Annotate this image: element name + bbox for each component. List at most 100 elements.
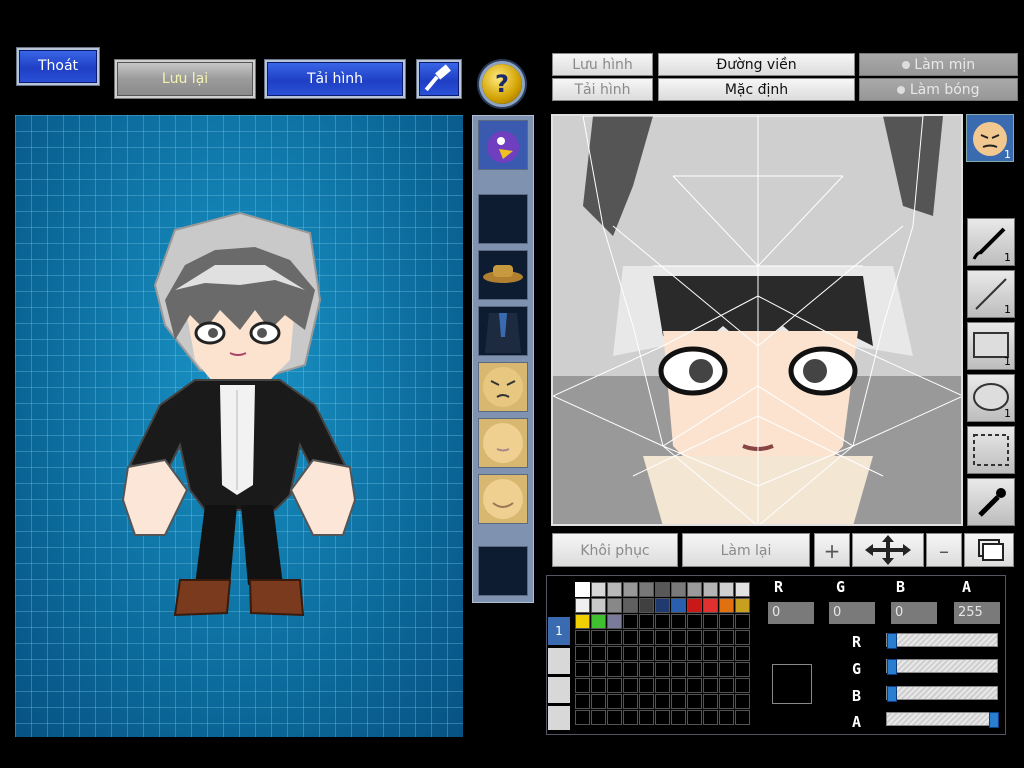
palette-swatch[interactable] bbox=[623, 646, 638, 661]
palette-swatch[interactable] bbox=[719, 582, 734, 597]
exit-button[interactable]: Thoát bbox=[17, 48, 99, 85]
palette-swatch[interactable] bbox=[591, 614, 606, 629]
palette-swatch[interactable] bbox=[575, 678, 590, 693]
palette-swatch[interactable] bbox=[655, 630, 670, 645]
shine-button[interactable]: Làm bóng bbox=[859, 78, 1018, 101]
palette-swatch[interactable] bbox=[607, 646, 622, 661]
palette-swatch[interactable] bbox=[671, 678, 686, 693]
palette-swatch[interactable] bbox=[671, 630, 686, 645]
save-image-button[interactable]: Lưu hình bbox=[552, 53, 653, 76]
palette-swatch[interactable] bbox=[623, 678, 638, 693]
zoom-out-button[interactable]: – bbox=[926, 533, 962, 567]
palette-swatch[interactable] bbox=[655, 694, 670, 709]
palette-swatch[interactable] bbox=[639, 598, 654, 613]
palette-swatch[interactable] bbox=[655, 662, 670, 677]
palette-swatch[interactable] bbox=[655, 614, 670, 629]
character-stage[interactable] bbox=[15, 115, 463, 737]
palette-swatch[interactable] bbox=[591, 598, 606, 613]
palette-swatch[interactable] bbox=[575, 710, 590, 725]
palette-swatch[interactable] bbox=[735, 678, 750, 693]
palette-swatch[interactable] bbox=[623, 710, 638, 725]
palette-swatch[interactable] bbox=[687, 582, 702, 597]
palette-swatch[interactable] bbox=[591, 646, 606, 661]
ellipse-tool[interactable]: 1 bbox=[967, 374, 1015, 422]
palette-swatch[interactable] bbox=[719, 678, 734, 693]
part-hat[interactable] bbox=[478, 250, 528, 300]
palette-swatch[interactable] bbox=[687, 694, 702, 709]
palette-swatch[interactable] bbox=[655, 582, 670, 597]
palette-swatch[interactable] bbox=[591, 662, 606, 677]
palette-swatch[interactable] bbox=[607, 710, 622, 725]
palette-swatch[interactable] bbox=[671, 694, 686, 709]
palette-swatch[interactable] bbox=[671, 582, 686, 597]
palette-swatch[interactable] bbox=[687, 646, 702, 661]
palette-swatch[interactable] bbox=[735, 694, 750, 709]
r-slider-knob[interactable] bbox=[887, 633, 897, 649]
palette-tab-2[interactable] bbox=[548, 648, 570, 674]
part-face-plain[interactable] bbox=[478, 418, 528, 468]
part-face-smile[interactable] bbox=[478, 474, 528, 524]
redo-button[interactable]: Làm lại bbox=[682, 533, 810, 567]
move-button[interactable] bbox=[852, 533, 924, 567]
a-slider-knob[interactable] bbox=[989, 712, 999, 728]
palette-swatch[interactable] bbox=[623, 662, 638, 677]
palette-swatch[interactable] bbox=[639, 614, 654, 629]
palette-swatch[interactable] bbox=[687, 710, 702, 725]
palette-swatch[interactable] bbox=[735, 646, 750, 661]
edit-canvas[interactable] bbox=[551, 114, 963, 526]
palette-swatch[interactable] bbox=[591, 694, 606, 709]
palette-swatch[interactable] bbox=[655, 598, 670, 613]
palette-swatch[interactable] bbox=[575, 694, 590, 709]
palette-swatch[interactable] bbox=[575, 582, 590, 597]
r-slider[interactable] bbox=[886, 633, 998, 649]
palette-swatch[interactable] bbox=[575, 630, 590, 645]
palette-swatch[interactable] bbox=[703, 614, 718, 629]
palette-swatch[interactable] bbox=[575, 598, 590, 613]
eyedropper-tool[interactable] bbox=[967, 478, 1015, 526]
palette-swatch[interactable] bbox=[591, 582, 606, 597]
palette-swatch[interactable] bbox=[671, 662, 686, 677]
palette-swatch[interactable] bbox=[607, 662, 622, 677]
palette-swatch[interactable] bbox=[607, 582, 622, 597]
restore-button[interactable]: Khôi phục bbox=[552, 533, 678, 567]
outline-button[interactable]: Đường viền bbox=[658, 53, 855, 76]
palette-swatch[interactable] bbox=[703, 598, 718, 613]
palette-swatch[interactable] bbox=[607, 694, 622, 709]
a-slider[interactable] bbox=[886, 712, 999, 728]
part-suit[interactable] bbox=[478, 306, 528, 356]
palette-swatch[interactable] bbox=[639, 646, 654, 661]
b-value-field[interactable]: 0 bbox=[891, 602, 937, 624]
part-slot-empty[interactable] bbox=[478, 194, 528, 244]
part-avatar[interactable] bbox=[478, 120, 528, 170]
palette-swatch[interactable] bbox=[607, 598, 622, 613]
palette-swatch[interactable] bbox=[655, 646, 670, 661]
palette-swatch[interactable] bbox=[703, 678, 718, 693]
palette-swatch[interactable] bbox=[623, 598, 638, 613]
default-button[interactable]: Mặc định bbox=[658, 78, 855, 101]
part-face-angry[interactable] bbox=[478, 362, 528, 412]
help-button[interactable]: ? bbox=[482, 64, 522, 104]
palette-swatch[interactable] bbox=[735, 598, 750, 613]
g-slider[interactable] bbox=[886, 659, 998, 675]
palette-swatch[interactable] bbox=[639, 678, 654, 693]
palette-swatch[interactable] bbox=[687, 598, 702, 613]
palette-swatch[interactable] bbox=[623, 582, 638, 597]
palette-swatch[interactable] bbox=[687, 678, 702, 693]
load-image-button[interactable]: Tải hình bbox=[265, 60, 405, 98]
palette-swatch[interactable] bbox=[623, 630, 638, 645]
hammer-button[interactable] bbox=[417, 60, 461, 98]
palette-swatch[interactable] bbox=[719, 598, 734, 613]
palette-swatch[interactable] bbox=[623, 614, 638, 629]
palette-swatch[interactable] bbox=[575, 662, 590, 677]
load-image-editor-button[interactable]: Tải hình bbox=[552, 78, 653, 101]
part-slot-empty-2[interactable] bbox=[478, 546, 528, 596]
palette-swatch[interactable] bbox=[719, 614, 734, 629]
g-value-field[interactable]: 0 bbox=[829, 602, 875, 624]
palette-tab-4[interactable] bbox=[548, 706, 570, 730]
palette-swatch[interactable] bbox=[671, 614, 686, 629]
brush-tool[interactable]: 1 bbox=[967, 218, 1015, 266]
palette-swatch[interactable] bbox=[703, 582, 718, 597]
save-button[interactable]: Lưu lại bbox=[115, 60, 255, 98]
layer-copy-button[interactable] bbox=[964, 533, 1014, 567]
palette-swatch[interactable] bbox=[607, 678, 622, 693]
